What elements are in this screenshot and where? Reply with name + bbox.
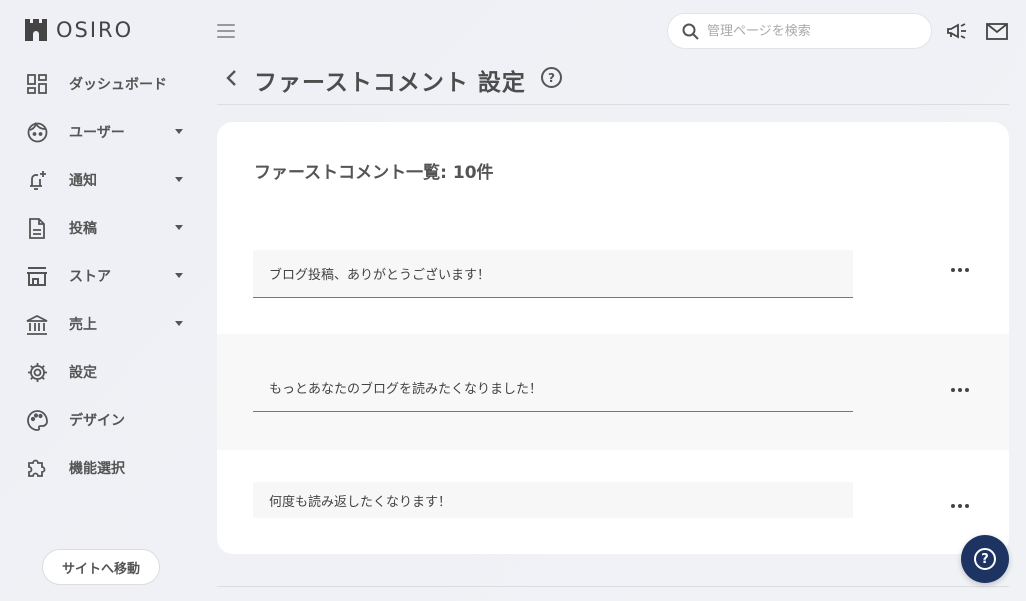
document-icon [26, 217, 48, 239]
sidebar-item-label: 売上 [69, 317, 97, 333]
castle-icon [25, 19, 47, 41]
bell-plus-icon [26, 169, 48, 191]
sidebar-item-settings[interactable]: 設定 [0, 348, 205, 396]
sidebar-item-features[interactable]: 機能選択 [0, 444, 205, 492]
sidebar-nav: ダッシュボード ユーザー 通知 投稿 ストア 売上 設定 デザイン 機能選択 [0, 60, 205, 492]
user-face-icon [26, 121, 48, 143]
sidebar-item-dashboard[interactable]: ダッシュボード [0, 60, 205, 108]
more-options-icon[interactable] [948, 496, 972, 516]
menu-toggle-icon[interactable] [217, 24, 235, 38]
sidebar-item-label: ストア [69, 269, 111, 285]
title-bar: ファーストコメント 設定 ? [217, 58, 1009, 105]
store-icon [26, 265, 48, 287]
sidebar-item-sales[interactable]: 売上 [0, 300, 205, 348]
chevron-down-icon [175, 273, 183, 278]
sidebar-item-label: 通知 [69, 173, 97, 189]
sidebar-item-label: ユーザー [69, 125, 125, 141]
search-input[interactable] [707, 23, 917, 39]
gear-icon [26, 361, 48, 383]
sidebar-item-posts[interactable]: 投稿 [0, 204, 205, 252]
mail-icon[interactable] [985, 20, 1009, 42]
help-fab-button[interactable]: ? [961, 535, 1009, 583]
divider [217, 586, 1009, 587]
sidebar-item-store[interactable]: ストア [0, 252, 205, 300]
sidebar-item-label: ダッシュボード [69, 77, 167, 93]
help-icon[interactable]: ? [541, 67, 562, 88]
first-comment-card: ファーストコメント一覧: 10件 ブログ投稿、ありがとうございます！ もっとあな… [217, 122, 1009, 554]
chevron-down-icon [175, 321, 183, 326]
chevron-down-icon [175, 177, 183, 182]
palette-icon [26, 409, 48, 431]
brand-name: OSIRO [56, 18, 134, 42]
more-options-icon[interactable] [948, 260, 972, 280]
puzzle-icon [26, 457, 48, 479]
chevron-down-icon [175, 225, 183, 230]
page-title: ファーストコメント 設定 [254, 70, 526, 96]
help-icon: ? [974, 548, 996, 570]
dashboard-icon [26, 73, 48, 95]
comment-field[interactable]: 何度も読み返したくなります！ [253, 482, 853, 518]
comment-field[interactable]: もっとあなたのブログを読みたくなりました！ [253, 364, 853, 412]
sidebar-item-design[interactable]: デザイン [0, 396, 205, 444]
brand-logo[interactable]: OSIRO [24, 18, 133, 42]
sidebar-item-label: 機能選択 [69, 461, 125, 477]
list-item: 何度も読み返したくなります！ [217, 450, 1009, 554]
sidebar-item-label: デザイン [69, 413, 125, 429]
chevron-down-icon [175, 129, 183, 134]
card-title: ファーストコメント一覧: 10件 [254, 163, 494, 183]
sidebar-item-notifications[interactable]: 通知 [0, 156, 205, 204]
search-icon [682, 23, 699, 40]
sidebar-item-users[interactable]: ユーザー [0, 108, 205, 156]
sidebar-item-label: 投稿 [69, 221, 97, 237]
sidebar-item-label: 設定 [69, 365, 97, 381]
bank-icon [26, 313, 48, 335]
list-item: ブログ投稿、ありがとうございます！ [217, 218, 1009, 334]
search-box [667, 13, 932, 49]
back-arrow-icon[interactable] [225, 68, 239, 88]
list-item: もっとあなたのブログを読みたくなりました！ [217, 334, 1009, 450]
go-to-site-button[interactable]: サイトへ移動 [42, 549, 160, 585]
megaphone-icon[interactable] [945, 20, 969, 42]
sidebar: OSIRO ダッシュボード ユーザー 通知 投稿 ストア 売上 設定 デザイン … [0, 0, 205, 601]
comment-field[interactable]: ブログ投稿、ありがとうございます！ [253, 250, 853, 298]
more-options-icon[interactable] [948, 380, 972, 400]
